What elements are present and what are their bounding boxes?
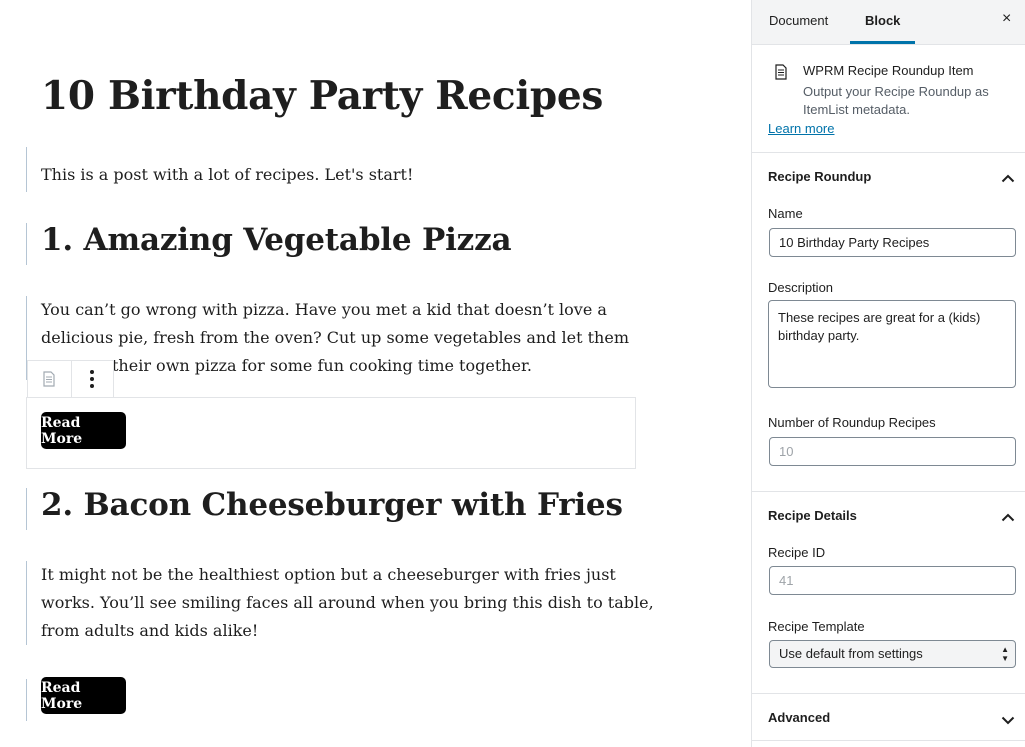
recipe-id-input[interactable] [769,566,1016,595]
recipe-paragraph-line[interactable]: works. You’ll see smiling faces all arou… [41,589,654,617]
learn-more-link[interactable]: Learn more [768,121,834,136]
block-indicator [26,488,27,530]
advanced-panel-toggle[interactable]: Advanced [752,694,1025,740]
chevron-down-icon [1001,713,1015,728]
block-indicator [26,223,27,265]
recipe-paragraph-line[interactable]: from adults and kids alike! [41,617,258,645]
recipe-paragraph-line[interactable]: It might not be the healthiest option bu… [41,561,616,589]
intro-paragraph[interactable]: This is a post with a lot of recipes. Le… [41,161,413,189]
read-more-button[interactable]: Read More [41,412,126,449]
block-card: WPRM Recipe Roundup Item Output your Rec… [752,45,1025,153]
active-tab-indicator [850,41,915,44]
block-card-description: Output your Recipe Roundup as ItemList m… [803,84,989,117]
description-textarea[interactable]: These recipes are great for a (kids) bir… [768,300,1016,388]
number-of-recipes-label: Number of Roundup Recipes [768,415,936,430]
block-toolbar [27,360,114,398]
editor-canvas: 10 Birthday Party Recipes This is a post… [0,0,751,747]
sidebar-tabs: Document Block × [752,0,1025,45]
tab-document[interactable]: Document [769,13,828,28]
panel-title: Advanced [768,710,831,725]
block-indicator [26,561,27,645]
tab-block[interactable]: Block [865,13,900,28]
post-title[interactable]: 10 Birthday Party Recipes [41,73,603,119]
name-input[interactable] [769,228,1016,257]
recipe-id-label: Recipe ID [768,545,826,560]
close-icon[interactable]: × [1002,10,1011,28]
block-type-icon[interactable] [28,361,71,397]
read-more-button[interactable]: Read More [41,677,126,714]
block-indicator [26,679,27,721]
select-value: Use default from settings [779,646,923,661]
recipe-paragraph-line[interactable]: delicious pie, fresh from the oven? Cut … [41,324,629,352]
recipe-heading[interactable]: 1. Amazing Vegetable Pizza [41,222,512,258]
panel-title: Recipe Details [768,508,857,523]
number-of-recipes-input[interactable] [769,437,1016,466]
divider [752,740,1025,741]
recipe-paragraph-line[interactable]: You can’t go wrong with pizza. Have you … [41,296,607,324]
recipe-details-panel-toggle[interactable]: Recipe Details [752,492,1025,538]
chevron-up-icon [1001,510,1015,525]
recipe-roundup-panel-toggle[interactable]: Recipe Roundup [752,153,1025,199]
block-card-title: WPRM Recipe Roundup Item [803,63,974,78]
recipe-paragraph-line[interactable]: their own pizza for some fun cooking tim… [112,352,532,380]
recipe-template-label: Recipe Template [768,619,865,634]
panel-title: Recipe Roundup [768,169,872,184]
name-label: Name [768,206,803,221]
chevron-up-icon [1001,171,1015,186]
recipe-heading[interactable]: 2. Bacon Cheeseburger with Fries [41,487,623,523]
block-indicator [26,147,27,192]
document-icon [774,64,788,83]
select-arrows-icon: ▲ ▼ [1001,645,1009,663]
more-options-icon[interactable] [70,361,114,397]
recipe-template-select[interactable]: Use default from settings ▲ ▼ [769,640,1016,668]
settings-sidebar: Document Block × WPRM Recipe Roundup Ite… [751,0,1025,747]
description-label: Description [768,280,834,295]
